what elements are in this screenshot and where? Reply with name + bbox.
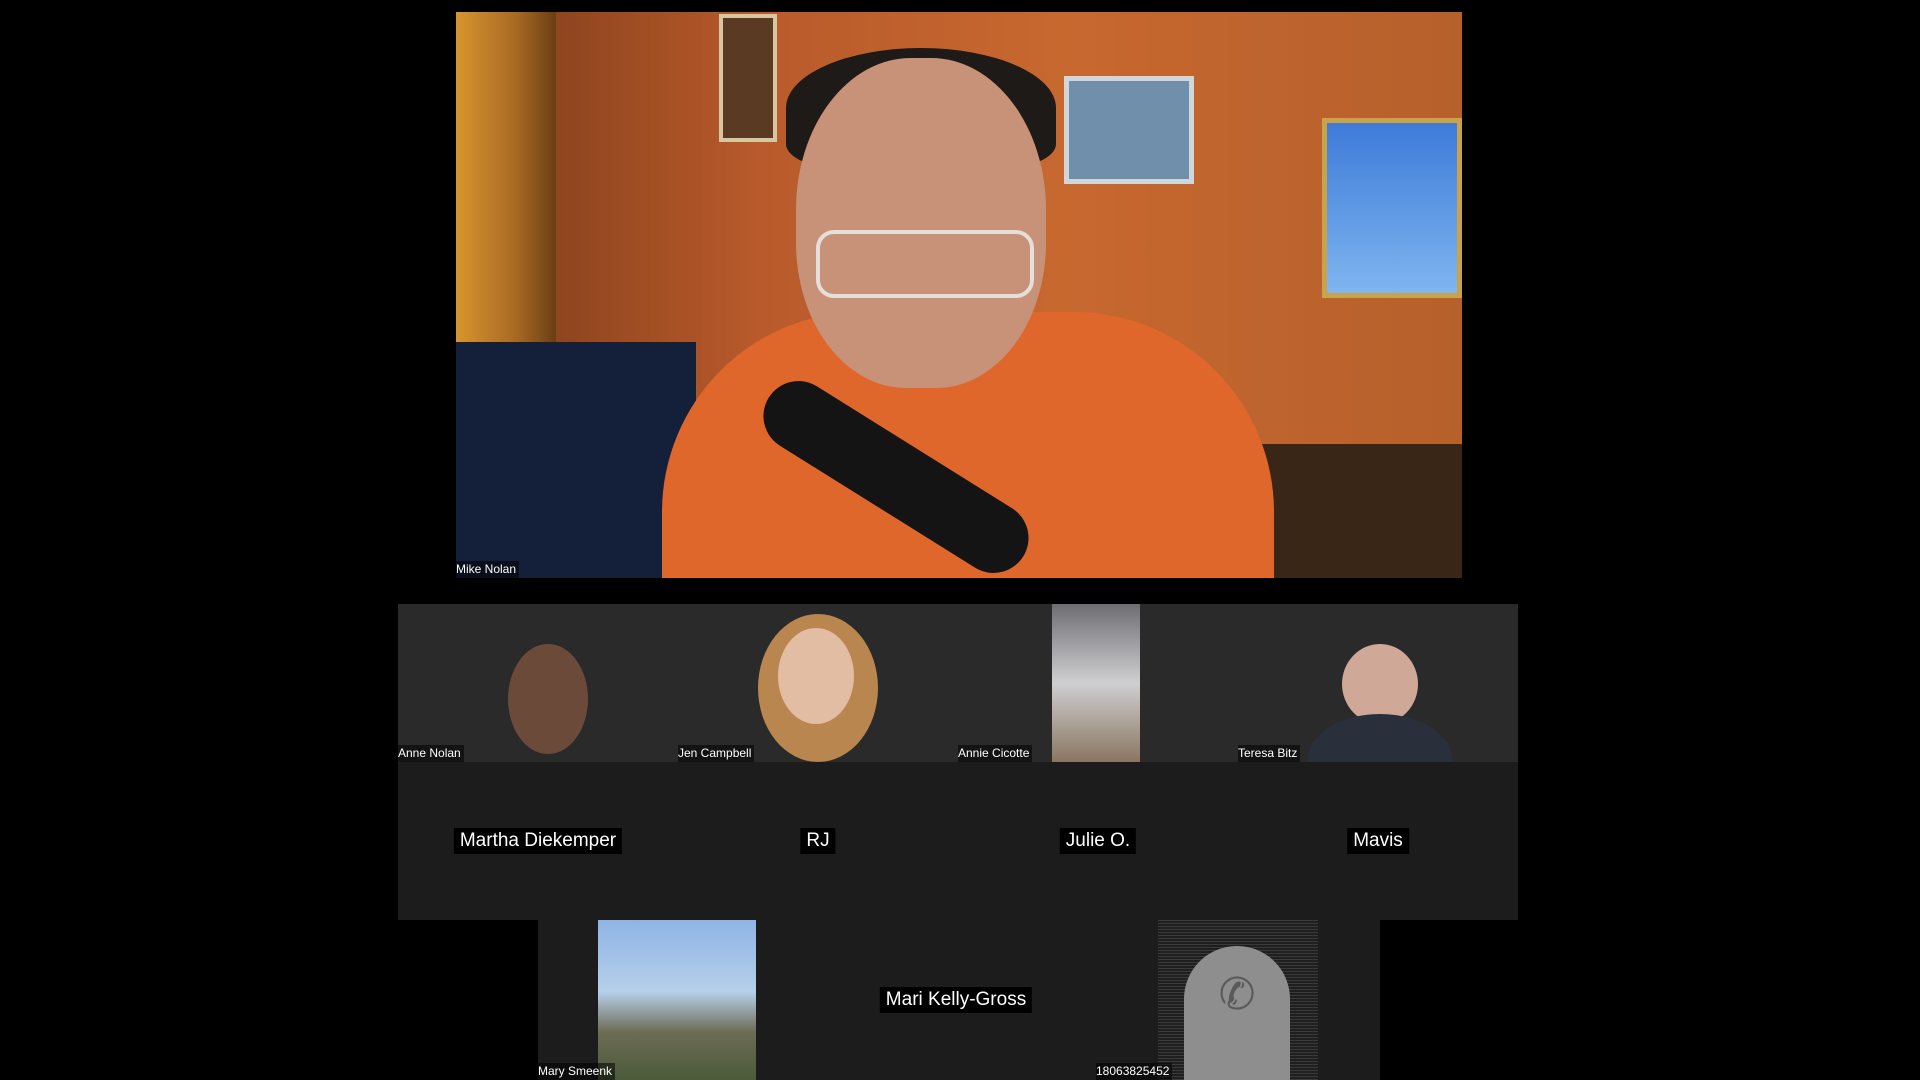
video-curtain <box>456 12 556 372</box>
participant-name: 18063825452 <box>1096 1063 1173 1080</box>
participant-tile-martha-diekemper[interactable]: Martha Diekemper <box>398 762 678 920</box>
participant-name: Mari Kelly-Gross <box>879 987 1033 1013</box>
participant-tile-jen-campbell[interactable]: Jen Campbell <box>678 604 958 762</box>
participant-tile-rj[interactable]: RJ <box>678 762 958 920</box>
participant-name: RJ <box>800 828 836 854</box>
active-speaker-video[interactable]: Mike Nolan <box>456 12 1462 578</box>
participant-name: Teresa Bitz <box>1238 745 1301 762</box>
participant-name: Mike Nolan <box>456 561 520 578</box>
participant-face <box>508 644 588 754</box>
participant-face <box>1308 714 1452 762</box>
phone-icon: ✆ <box>1218 969 1256 1020</box>
participant-face <box>778 628 854 724</box>
participant-name: Mary Smeenk <box>538 1063 616 1080</box>
participant-tile-julie-o[interactable]: Julie O. <box>958 762 1238 920</box>
participant-tile-phone-caller[interactable]: ✆ 18063825452 <box>1096 920 1380 1080</box>
participant-tile-annie-cicotte[interactable]: Annie Cicotte <box>958 604 1238 762</box>
participant-name: Julie O. <box>1059 828 1137 854</box>
participant-name: Anne Nolan <box>398 745 464 762</box>
participant-tile-mavis[interactable]: Mavis <box>1238 762 1518 920</box>
participant-name: Annie Cicotte <box>958 745 1033 762</box>
video-sofa <box>456 342 696 578</box>
participant-tile-anne-nolan[interactable]: Anne Nolan <box>398 604 678 762</box>
meeting-gallery: Mike Nolan Anne Nolan Jen Campbell Annie… <box>0 0 1920 1080</box>
speaker-glasses <box>816 230 1034 298</box>
video-wall-frame <box>1064 76 1194 184</box>
participant-name: Jen Campbell <box>678 745 755 762</box>
participant-name: Martha Diekemper <box>453 828 623 854</box>
participant-video <box>598 920 756 1080</box>
participant-tile-mary-smeenk[interactable]: Mary Smeenk <box>538 920 756 1080</box>
participant-tile-teresa-bitz[interactable]: Teresa Bitz <box>1238 604 1518 762</box>
speaker-head <box>796 58 1046 388</box>
video-wall-frame <box>719 14 777 142</box>
video-wall-frame <box>1322 118 1462 298</box>
participant-face <box>1342 644 1418 724</box>
participant-video <box>1052 604 1140 762</box>
participant-name: Mavis <box>1347 828 1409 854</box>
